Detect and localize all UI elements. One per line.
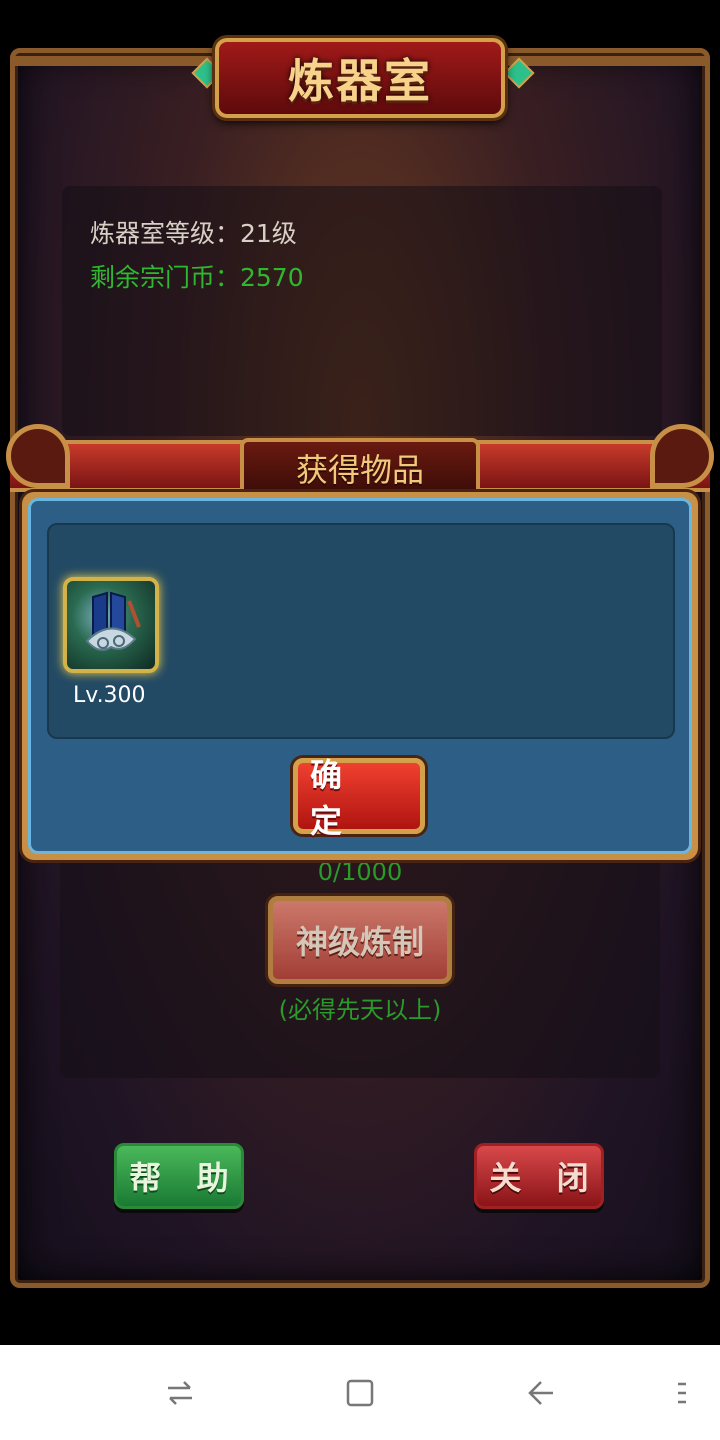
divine-refine-button[interactable]: 神级炼制 bbox=[268, 896, 452, 984]
help-label: 帮 助 bbox=[129, 1159, 241, 1197]
frame-rail-left bbox=[10, 56, 215, 66]
title-plaque: 炼器室 bbox=[215, 38, 505, 118]
menu-icon[interactable] bbox=[662, 1373, 702, 1413]
guarantee-note: (必得先天以上) bbox=[278, 996, 442, 1024]
reward-dialog-header: 获得物品 bbox=[0, 420, 720, 500]
confirm-label: 确 定 bbox=[310, 756, 355, 840]
reward-item[interactable]: Lv.300 bbox=[63, 577, 163, 708]
refinery-level-text: 炼器室等级：21级 bbox=[90, 219, 297, 248]
close-button[interactable]: 关 闭 bbox=[474, 1143, 604, 1209]
page-title: 炼器室 bbox=[288, 54, 432, 108]
game-screen: 炼器室 炼器室等级：21级 剩余宗门币：2570 0/1000 神级炼制 (必得… bbox=[0, 0, 720, 1345]
sect-coins-text: 剩余宗门币：2570 bbox=[90, 263, 304, 292]
help-button[interactable]: 帮 助 bbox=[114, 1143, 244, 1209]
back-icon[interactable] bbox=[520, 1373, 560, 1413]
reward-item-list: Lv.300 bbox=[47, 523, 675, 739]
confirm-button[interactable]: 确 定 bbox=[293, 756, 425, 840]
header-scroll-ornament-left bbox=[6, 424, 70, 488]
system-navigation-bar bbox=[0, 1345, 720, 1440]
close-label: 关 闭 bbox=[489, 1159, 601, 1197]
frame-rail-right bbox=[505, 56, 710, 66]
dialog-title: 获得物品 bbox=[295, 451, 424, 489]
refine-progress: 0/1000 bbox=[317, 858, 403, 886]
header-title-plate: 获得物品 bbox=[240, 438, 480, 498]
recent-apps-icon[interactable] bbox=[160, 1373, 200, 1413]
weapon-fan-icon[interactable] bbox=[63, 577, 159, 673]
reward-dialog-body: Lv.300 确 定 bbox=[28, 498, 692, 854]
reward-dialog: Lv.300 确 定 bbox=[22, 492, 698, 860]
header-scroll-ornament-right bbox=[650, 424, 714, 488]
divine-refine-label: 神级炼制 bbox=[295, 923, 424, 961]
home-icon[interactable] bbox=[340, 1373, 380, 1413]
reward-item-level: Lv.300 bbox=[73, 683, 146, 708]
info-panel: 炼器室等级：21级 剩余宗门币：2570 bbox=[62, 186, 662, 436]
